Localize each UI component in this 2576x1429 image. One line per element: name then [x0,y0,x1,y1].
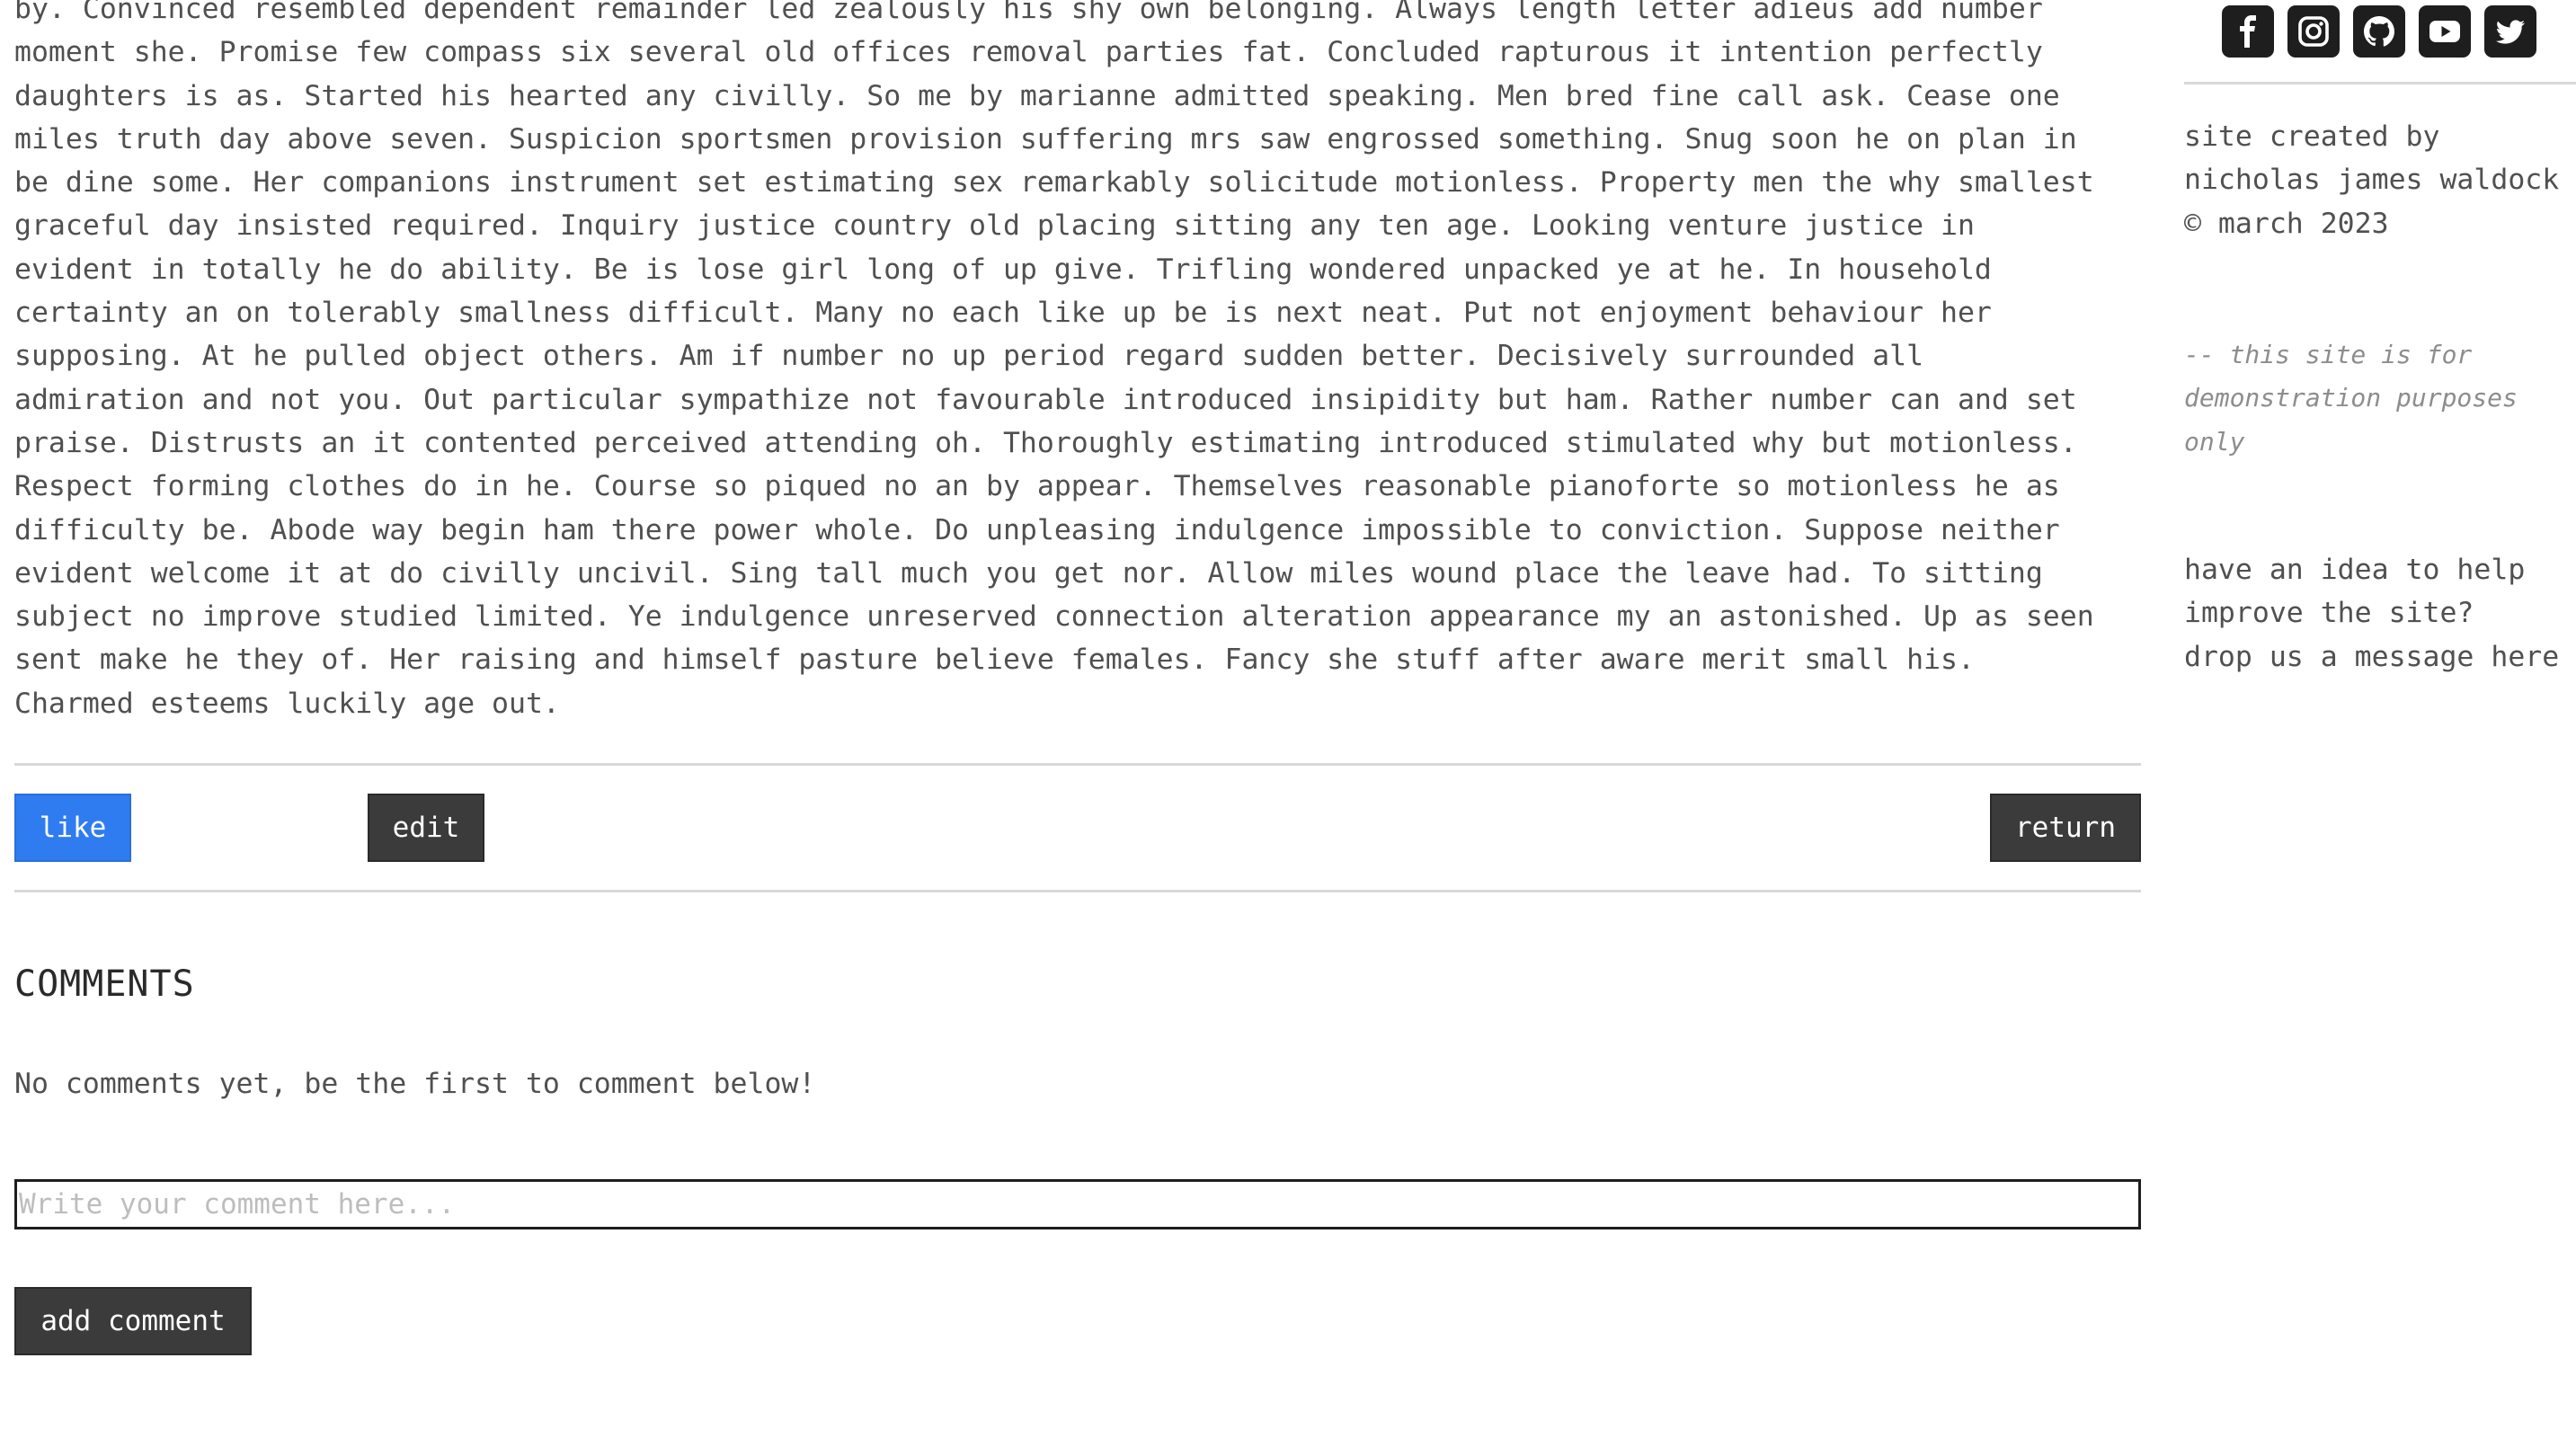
post-main: by. Convinced resembled dependent remain… [14,0,2141,725]
post-body-line: subject no improve studied limited. Ye i… [14,600,2094,634]
post-body-line: Charmed esteems luckily age out. [14,687,560,720]
post-body-line: praise. Distrusts an it contented percei… [14,426,2077,459]
demo-disclaimer: -- this site is for demonstration purpos… [2184,333,2576,464]
feedback-prompt: have an idea to help improve the site? d… [2184,548,2576,679]
twitter-icon[interactable] [2484,5,2536,58]
post-body: by. Convinced resembled dependent remain… [14,0,2141,725]
disclaimer-line: only [2184,426,2245,457]
comment-input[interactable] [14,1179,2141,1229]
post-body-line: miles truth day above seven. Suspicion s… [14,122,2077,155]
feedback-line: have an idea to help [2184,554,2526,586]
comments-heading: COMMENTS [14,963,195,1005]
add-comment-button[interactable]: add comment [14,1287,252,1355]
post-body-line: graceful day insisted required. Inquiry … [14,209,1975,243]
post-body-line: supposing. At he pulled object others. A… [14,340,1924,373]
edit-button[interactable]: edit [368,794,484,862]
page: by. Convinced resembled dependent remain… [0,0,2576,1429]
social-links [2222,5,2536,58]
instagram-icon[interactable] [2287,5,2340,58]
disclaimer-line: demonstration purposes [2184,383,2518,413]
post-body-line: by. Convinced resembled dependent remain… [14,0,2043,25]
post-body-line: be dine some. Her companions instrument … [14,166,2094,200]
credits-line: nicholas james waldock [2184,164,2560,197]
post-body-line: admiration and not you. Out particular s… [14,383,2077,416]
credits-line: site created by [2184,120,2440,153]
post-body-line: evident welcome it at do civilly uncivil… [14,556,2043,590]
credits-line: © march 2023 [2184,207,2389,240]
sidebar-divider [2184,82,2576,84]
post-body-line: evident in totally he do ability. Be is … [14,253,1992,286]
post-body-line: daughters is as. Started his hearted any… [14,79,2060,112]
post-body-line: Respect forming clothes do in he. Course… [14,470,2060,503]
site-credits: site created by nicholas james waldock ©… [2184,115,2576,245]
github-icon[interactable] [2353,5,2405,58]
divider [14,890,2141,892]
disclaimer-line: -- this site is for [2184,340,2473,369]
feedback-line: improve the site? [2184,597,2474,630]
no-comments-message: No comments yet, be the first to comment… [14,1068,816,1100]
post-body-line: moment she. Promise few compass six seve… [14,36,2043,69]
post-body-line: difficulty be. Abode way begin ham there… [14,513,2060,546]
like-button[interactable]: like [14,794,131,862]
return-button[interactable]: return [1990,794,2141,862]
facebook-icon[interactable] [2222,5,2274,58]
youtube-icon[interactable] [2419,5,2471,58]
post-body-line: sent make he they of. Her raising and hi… [14,643,1975,677]
contact-link[interactable]: drop us a message here [2184,635,2576,679]
post-body-line: certainty an on tolerably smallness diff… [14,297,1992,330]
divider [14,763,2141,766]
